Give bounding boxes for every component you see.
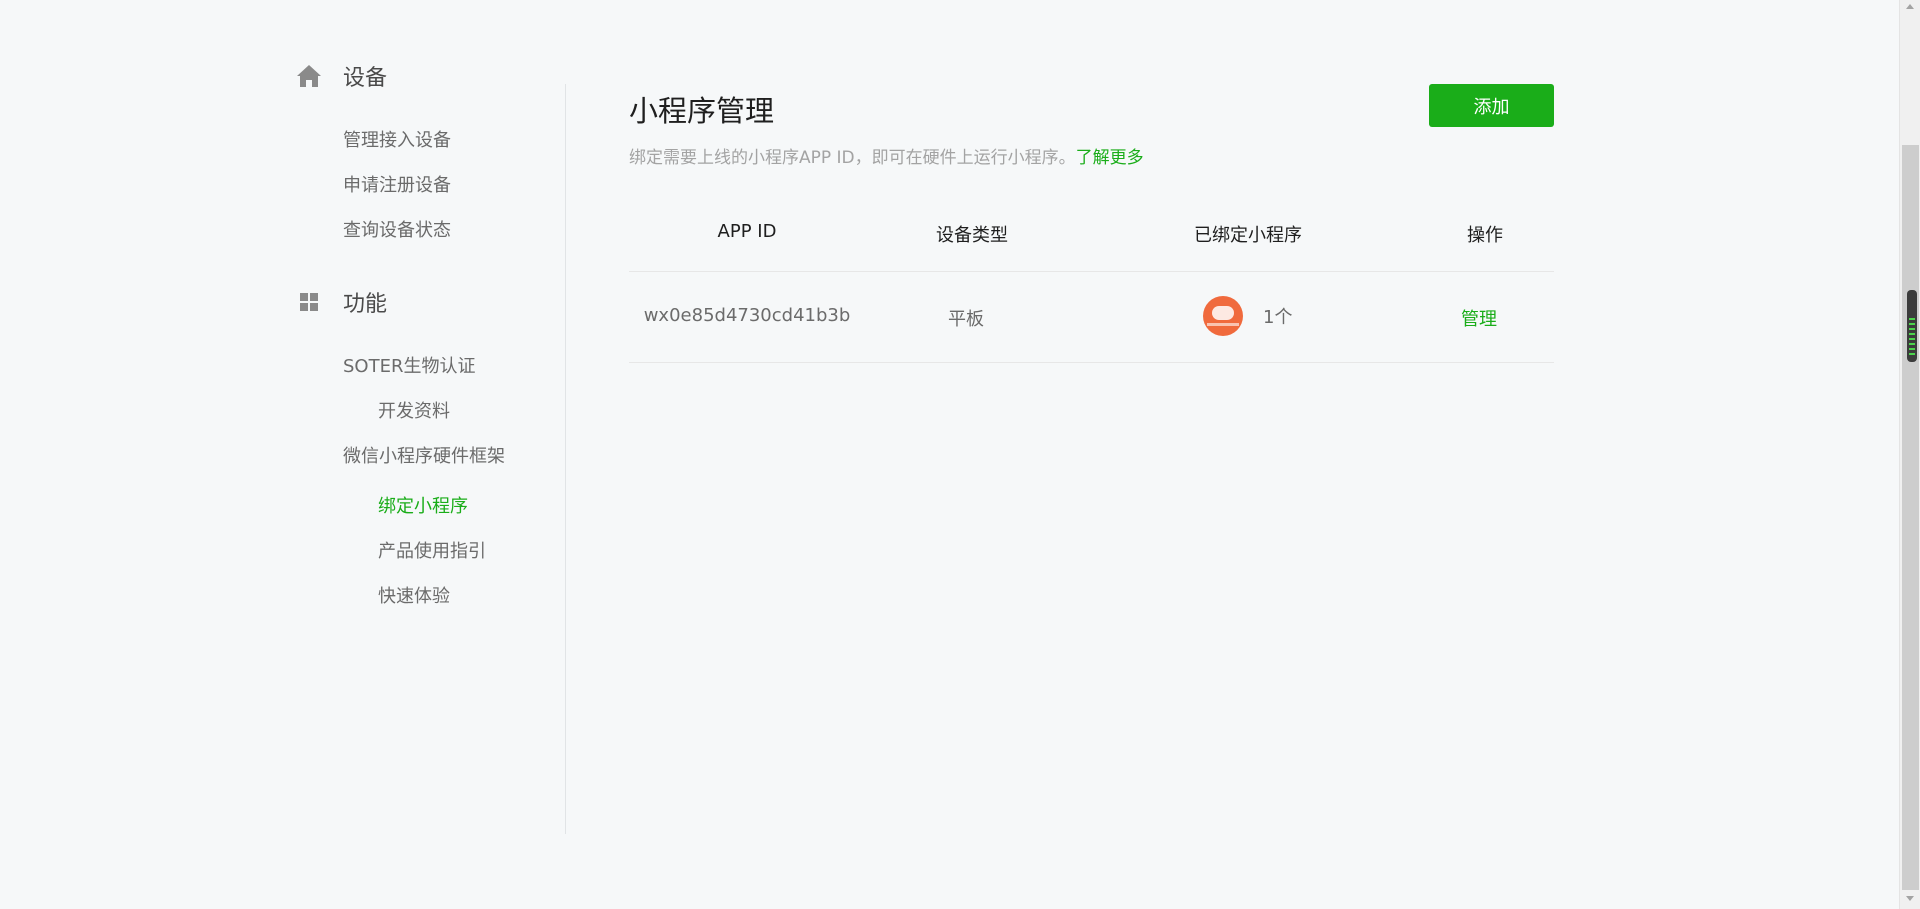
sidebar-item-quick-experience[interactable]: 快速体验 [378, 582, 450, 608]
column-header-device-type: 设备类型 [936, 225, 1008, 246]
scroll-up-arrow-icon[interactable] [1906, 4, 1914, 9]
sidebar-item-register-device[interactable]: 申请注册设备 [343, 171, 451, 197]
cell-device-type: 平板 [948, 309, 984, 330]
section-title-function: 功能 [343, 292, 388, 317]
scroll-thumb[interactable] [1907, 290, 1917, 362]
add-button[interactable]: 添加 [1429, 84, 1554, 127]
table-header: APP ID 设备类型 已绑定小程序 操作 [629, 205, 1554, 272]
sidebar-divider [565, 84, 566, 834]
page-title: 小程序管理 [629, 94, 775, 128]
section-device: 设备 [296, 60, 387, 92]
sidebar-item-device-status[interactable]: 查询设备状态 [343, 216, 451, 242]
scroll-down-arrow-icon[interactable] [1906, 896, 1914, 901]
cell-app-id: wx0e85d4730cd41b3b [643, 305, 851, 326]
description-text: 绑定需要上线的小程序APP ID，即可在硬件上运行小程序。 [629, 148, 1076, 168]
sidebar-item-bind-miniprogram[interactable]: 绑定小程序 [378, 492, 468, 518]
sidebar-item-miniprogram-framework[interactable]: 微信小程序硬件框架 [343, 442, 505, 468]
section-title-device: 设备 [343, 66, 388, 91]
manage-link[interactable]: 管理 [1461, 305, 1497, 331]
miniprogram-table: APP ID 设备类型 已绑定小程序 操作 wx0e85d4730cd41b3b… [629, 205, 1554, 363]
scroll-track[interactable] [1902, 145, 1919, 890]
sidebar: 设备 管理接入设备 申请注册设备 查询设备状态 功能 SOTER生物认证 开发资… [0, 0, 565, 909]
bound-count: 1个 [1263, 307, 1293, 328]
sidebar-item-product-guide[interactable]: 产品使用指引 [378, 537, 486, 563]
learn-more-link[interactable]: 了解更多 [1076, 148, 1144, 168]
grid-icon [296, 289, 322, 315]
column-header-action: 操作 [1467, 225, 1503, 246]
cell-bound-miniprogram: 1个 [1203, 296, 1292, 336]
column-header-app-id: APP ID [717, 221, 777, 242]
sidebar-item-manage-devices[interactable]: 管理接入设备 [343, 126, 451, 152]
table-row: wx0e85d4730cd41b3b 平板 1个 管理 [629, 272, 1554, 363]
sidebar-item-soter[interactable]: SOTER生物认证 [343, 352, 475, 378]
miniprogram-avatar [1203, 296, 1243, 336]
vertical-scrollbar[interactable] [1899, 0, 1920, 909]
sidebar-item-dev-docs[interactable]: 开发资料 [378, 397, 450, 423]
page-description: 绑定需要上线的小程序APP ID，即可在硬件上运行小程序。了解更多 [629, 143, 1144, 168]
home-icon [296, 63, 322, 89]
column-header-bound-miniprogram: 已绑定小程序 [1194, 225, 1302, 246]
section-function: 功能 [296, 286, 387, 318]
